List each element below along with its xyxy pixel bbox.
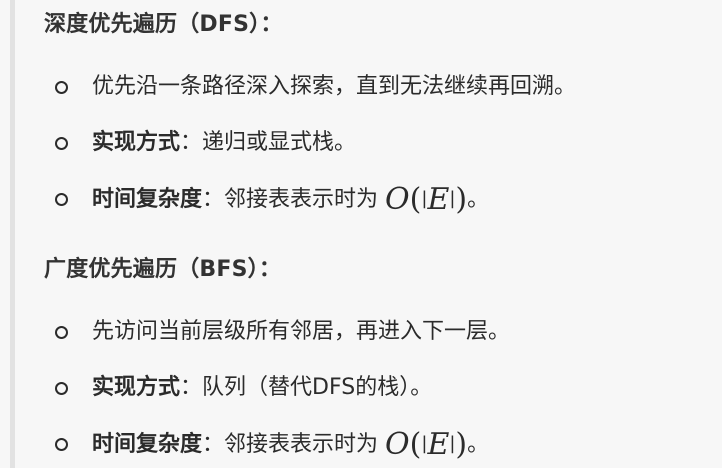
list-item: 时间复杂度：邻接表表示时为 O(|E|)。 <box>0 180 722 236</box>
item-separator: ： <box>180 130 203 155</box>
list-item: 实现方式：递归或显式栈。 <box>0 124 722 180</box>
bfs-bullet-list: 先访问当前层级所有邻居，再进入下一层。 实现方式：队列（替代DFS的栈）。 时间… <box>0 313 722 468</box>
math-open-paren: ( <box>409 427 422 462</box>
item-body: 邻接表表示时为 <box>224 432 386 457</box>
hollow-circle-bullet-icon <box>55 137 68 150</box>
list-item-text: 实现方式：递归或显式栈。 <box>92 128 356 158</box>
item-tail: 。 <box>467 187 490 212</box>
math-var-e: E <box>427 427 450 462</box>
item-separator: ： <box>180 375 203 400</box>
math-open-paren: ( <box>409 182 422 217</box>
list-item-text: 优先沿一条路径深入探索，直到无法继续再回溯。 <box>92 72 576 102</box>
item-body: 优先沿一条路径深入探索，直到无法继续再回溯。 <box>92 74 577 99</box>
item-body: 队列（替代DFS的栈）。 <box>202 375 433 400</box>
list-item-text: 实现方式：队列（替代DFS的栈）。 <box>92 373 432 403</box>
math-big-o: O <box>385 427 410 462</box>
dfs-heading: 深度优先遍历（DFS）： <box>44 12 283 37</box>
item-body: 邻接表表示时为 <box>224 187 386 212</box>
document-content: 深度优先遍历（DFS）： 优先沿一条路径深入探索，直到无法继续再回溯。 实现方式… <box>0 0 722 468</box>
hollow-circle-bullet-icon <box>55 326 68 339</box>
dfs-bullet-list: 优先沿一条路径深入探索，直到无法继续再回溯。 实现方式：递归或显式栈。 时间复杂… <box>0 68 722 236</box>
list-item-text: 时间复杂度：邻接表表示时为 O(|E|)。 <box>92 184 489 215</box>
bfs-heading: 广度优先遍历（BFS）： <box>44 257 282 282</box>
item-separator: ： <box>202 432 225 457</box>
hollow-circle-bullet-icon <box>55 193 68 206</box>
hollow-circle-bullet-icon <box>55 81 68 94</box>
list-item-text: 先访问当前层级所有邻居，再进入下一层。 <box>92 317 510 347</box>
list-item: 时间复杂度：邻接表表示时为 O(|E|)。 <box>0 425 722 468</box>
list-item: 实现方式：队列（替代DFS的栈）。 <box>0 369 722 425</box>
math-close-paren: ) <box>455 427 468 462</box>
item-label: 实现方式 <box>92 375 181 400</box>
list-item: 优先沿一条路径深入探索，直到无法继续再回溯。 <box>0 68 722 124</box>
item-label: 时间复杂度 <box>92 187 203 212</box>
math-big-o: O <box>385 182 410 217</box>
item-tail: 。 <box>467 432 490 457</box>
item-label: 时间复杂度 <box>92 432 203 457</box>
item-body: 递归或显式栈。 <box>202 130 357 155</box>
item-separator: ： <box>202 187 225 212</box>
hollow-circle-bullet-icon <box>55 382 68 395</box>
math-close-paren: ) <box>455 182 468 217</box>
math-var-e: E <box>427 182 450 217</box>
list-item: 先访问当前层级所有邻居，再进入下一层。 <box>0 313 722 369</box>
hollow-circle-bullet-icon <box>55 438 68 451</box>
item-label: 实现方式 <box>92 130 181 155</box>
item-body: 先访问当前层级所有邻居，再进入下一层。 <box>92 319 511 344</box>
list-item-text: 时间复杂度：邻接表表示时为 O(|E|)。 <box>92 429 489 460</box>
